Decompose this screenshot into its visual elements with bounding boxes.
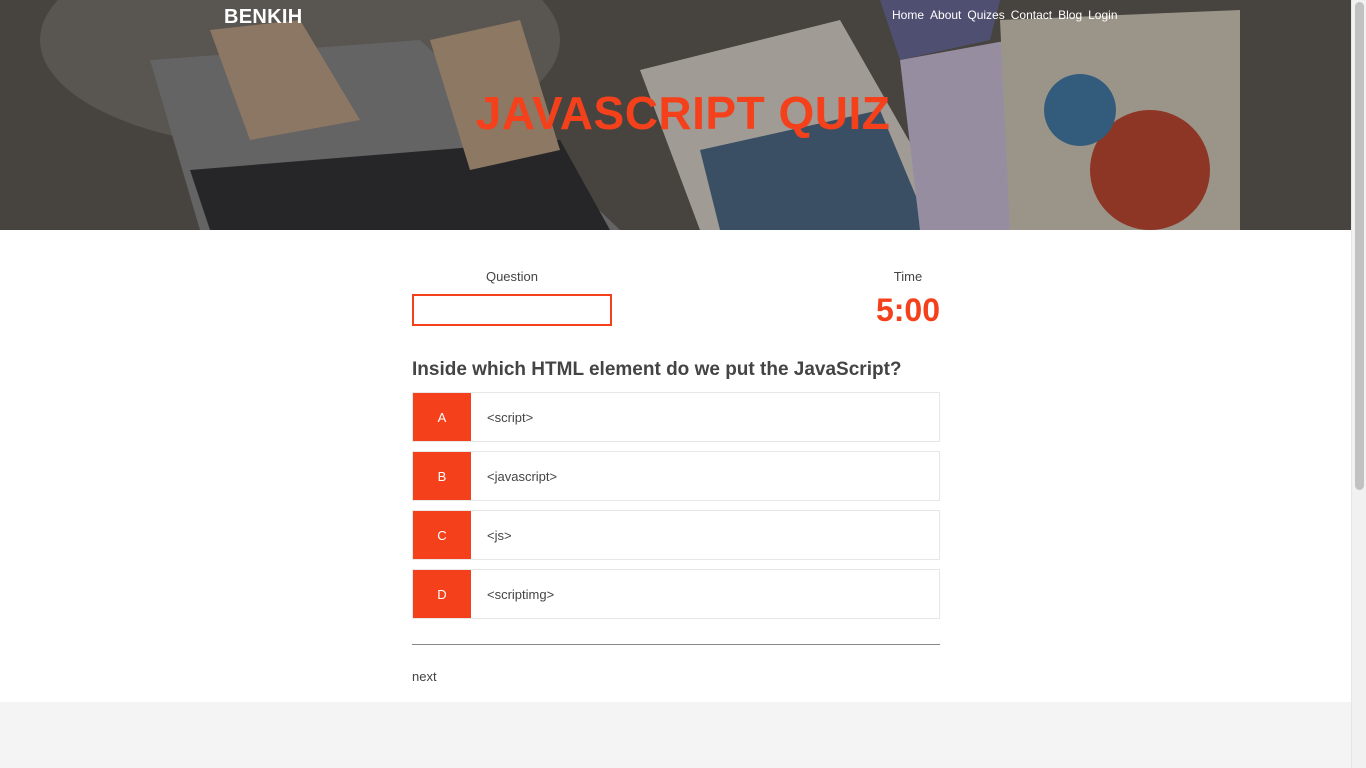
answer-text: <javascript> [487, 468, 558, 484]
question-label: Question [485, 269, 539, 284]
answer-text: <script> [487, 409, 534, 425]
answer-option-b[interactable]: B <javascript> [412, 451, 940, 501]
divider [412, 644, 940, 645]
scrollbar-thumb[interactable] [1355, 2, 1364, 490]
hero-banner: BENKIH Home About Quizes Contact Blog Lo… [0, 0, 1351, 230]
nav-blog[interactable]: Blog [1058, 7, 1082, 23]
brand-logo[interactable]: BENKIH [224, 6, 302, 29]
answer-text: <scriptimg> [487, 586, 555, 602]
nav-contact[interactable]: Contact [1011, 7, 1052, 23]
timer-display: 5:00 [875, 292, 940, 328]
nav-about[interactable]: About [930, 7, 961, 23]
next-button[interactable]: next [412, 669, 437, 684]
answer-letter: D [413, 570, 471, 618]
answer-letter: A [413, 393, 471, 441]
answer-option-d[interactable]: D <scriptimg> [412, 569, 940, 619]
page-scrollbar[interactable] [1351, 0, 1366, 768]
quiz-section: Question Time 5:00 Inside which HTML ele… [0, 230, 1351, 702]
time-label: Time [893, 269, 923, 284]
nav-quizes[interactable]: Quizes [967, 7, 1004, 23]
question-text: Inside which HTML element do we put the … [412, 359, 902, 380]
answer-letter: C [413, 511, 471, 559]
page-title: JAVASCRIPT QUIZ [475, 87, 891, 139]
nav-home[interactable]: Home [892, 7, 924, 23]
answer-list: A <script> B <javascript> C <js> D <scri… [412, 392, 940, 628]
question-progress-box [412, 294, 612, 326]
main-nav: Home About Quizes Contact Blog Login [892, 7, 1124, 23]
answer-text: <js> [487, 527, 512, 543]
nav-login[interactable]: Login [1088, 7, 1117, 23]
answer-option-a[interactable]: A <script> [412, 392, 940, 442]
answer-option-c[interactable]: C <js> [412, 510, 940, 560]
answer-letter: B [413, 452, 471, 500]
